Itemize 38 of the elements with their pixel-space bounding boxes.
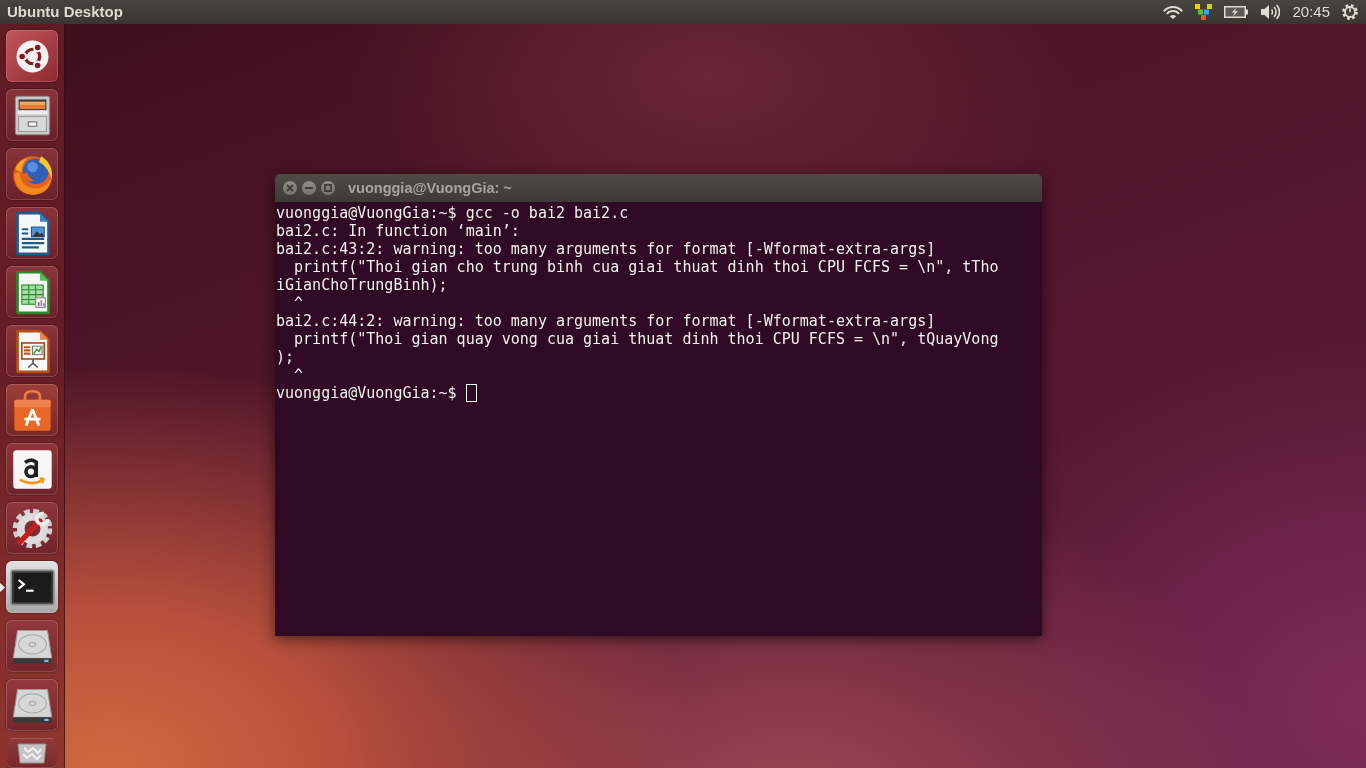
squares-icon[interactable] <box>1195 4 1213 20</box>
panel-title: Ubuntu Desktop <box>7 3 123 21</box>
wifi-icon[interactable] <box>1163 5 1184 19</box>
terminal-line: ); <box>276 348 295 366</box>
close-icon <box>286 184 294 192</box>
launcher-button[interactable] <box>6 443 58 495</box>
maximize-icon <box>324 184 332 192</box>
terminal-line: vuonggia@VuongGia:~$ gcc -o bai2 bai2.c <box>276 204 629 222</box>
launcher-button[interactable] <box>6 620 58 672</box>
battery-icon[interactable] <box>1224 6 1249 18</box>
terminal-line: bai2.c:44:2: warning: too many arguments for format [-Wformat-extra-args] <box>276 312 936 330</box>
close-button[interactable] <box>283 181 297 195</box>
terminal-line: iGianChoTrungBinh); <box>276 276 448 294</box>
launcher-button[interactable] <box>6 384 58 436</box>
minimize-button[interactable] <box>302 181 316 195</box>
terminal-line: bai2.c: In function ‘main’: <box>276 222 520 240</box>
terminal-line: printf("Thoi gian cho trung binh cua giai thuat dinh thoi CPU FCFS = \n", tTho <box>293 258 999 276</box>
launcher-button[interactable] <box>6 148 58 200</box>
terminal-line: ^ <box>293 294 304 312</box>
launcher-button[interactable] <box>6 679 58 731</box>
terminal-line: ^ <box>293 366 304 384</box>
terminal-line: printf("Thoi gian quay vong cua giai thuat dinh thoi CPU FCFS = \n", tQuayVong <box>293 330 999 348</box>
terminal-line: bai2.c:43:2: warning: too many arguments for format [-Wformat-extra-args] <box>276 240 936 258</box>
launcher-button[interactable] <box>6 30 58 82</box>
launcher-button[interactable] <box>6 738 58 768</box>
launcher-button[interactable] <box>6 89 58 141</box>
maximize-button[interactable] <box>321 181 335 195</box>
clock[interactable]: 20:45 <box>1292 3 1330 21</box>
launcher-button[interactable] <box>6 502 58 554</box>
launcher-button[interactable] <box>6 325 58 377</box>
launcher-button[interactable] <box>6 266 58 318</box>
gear-icon[interactable] <box>1342 4 1358 20</box>
terminal-prompt: vuonggia@VuongGia:~$ <box>276 384 457 402</box>
launcher-button[interactable] <box>6 207 58 259</box>
window-title: vuonggia@VuongGia: ~ <box>348 179 512 197</box>
minimize-icon <box>305 187 313 189</box>
launcher-button[interactable] <box>6 561 58 613</box>
speaker-icon[interactable] <box>1260 4 1281 20</box>
